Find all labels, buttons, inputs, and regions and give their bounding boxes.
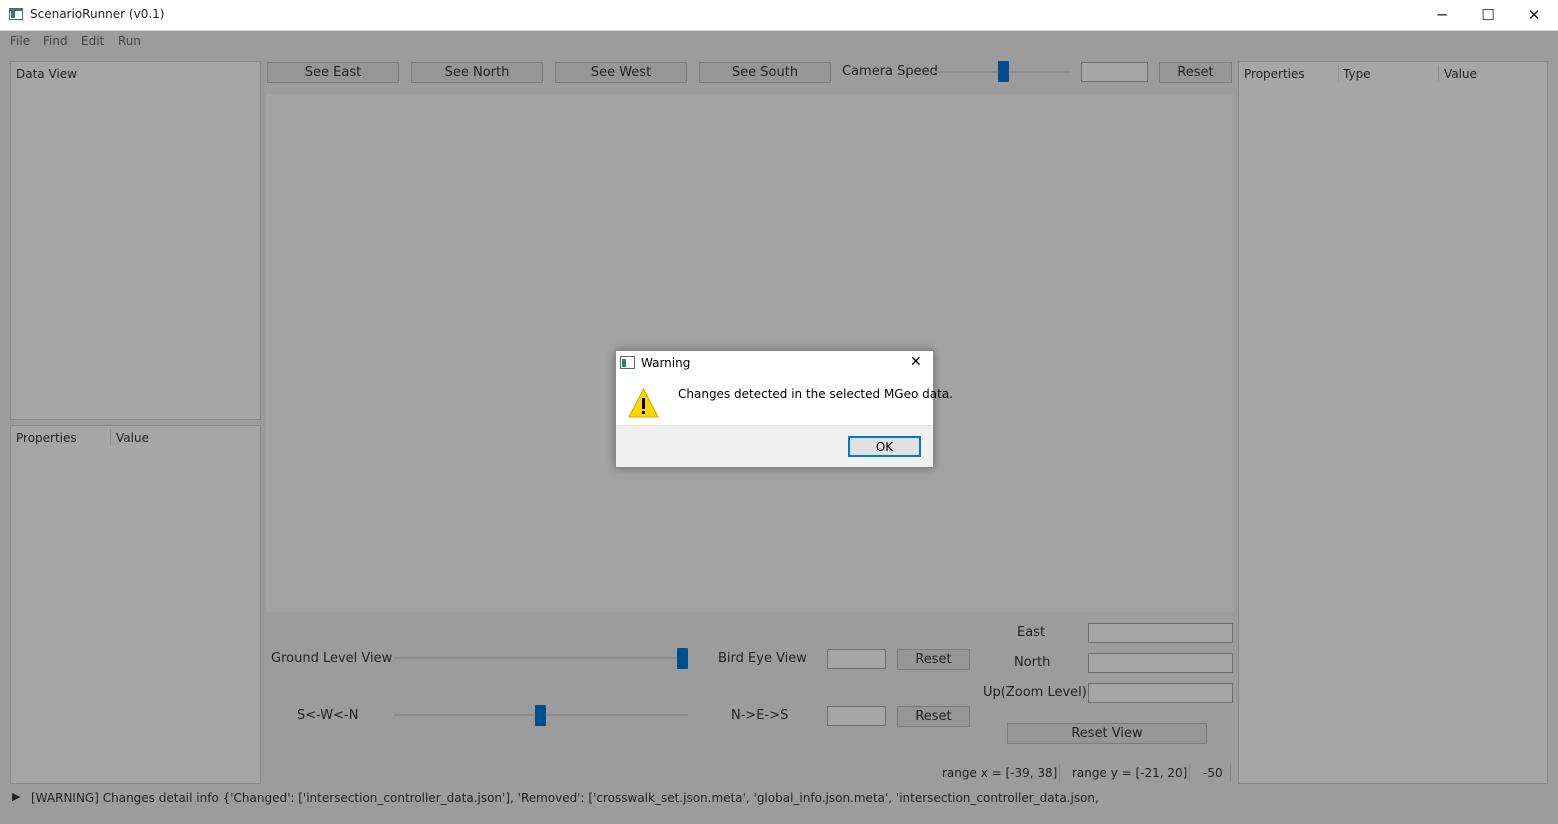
dialog-message: Changes detected in the selected MGeo da… (678, 387, 953, 401)
app-icon (9, 8, 23, 20)
dialog-app-icon (620, 356, 635, 369)
minimize-icon: ─ (1437, 6, 1447, 24)
maximize-icon: ☐ (1481, 6, 1495, 24)
dialog-title: Warning (641, 356, 691, 370)
minimize-button[interactable]: ─ (1419, 0, 1465, 30)
close-icon: ✕ (1527, 6, 1541, 24)
warning-dialog[interactable]: Warning ✕ Changes detected in the select… (615, 350, 953, 468)
ok-button[interactable]: OK (848, 436, 921, 457)
dialog-close-icon[interactable]: ✕ (910, 354, 922, 370)
close-button[interactable]: ✕ (1511, 0, 1557, 30)
warning-icon (628, 387, 659, 418)
window-title: ScenarioRunner (v0.1) (30, 7, 165, 21)
dialog-footer: OK (616, 425, 933, 467)
window-titlebar: ScenarioRunner (v0.1) ─ ☐ ✕ (0, 0, 1558, 31)
maximize-button[interactable]: ☐ (1465, 0, 1511, 30)
